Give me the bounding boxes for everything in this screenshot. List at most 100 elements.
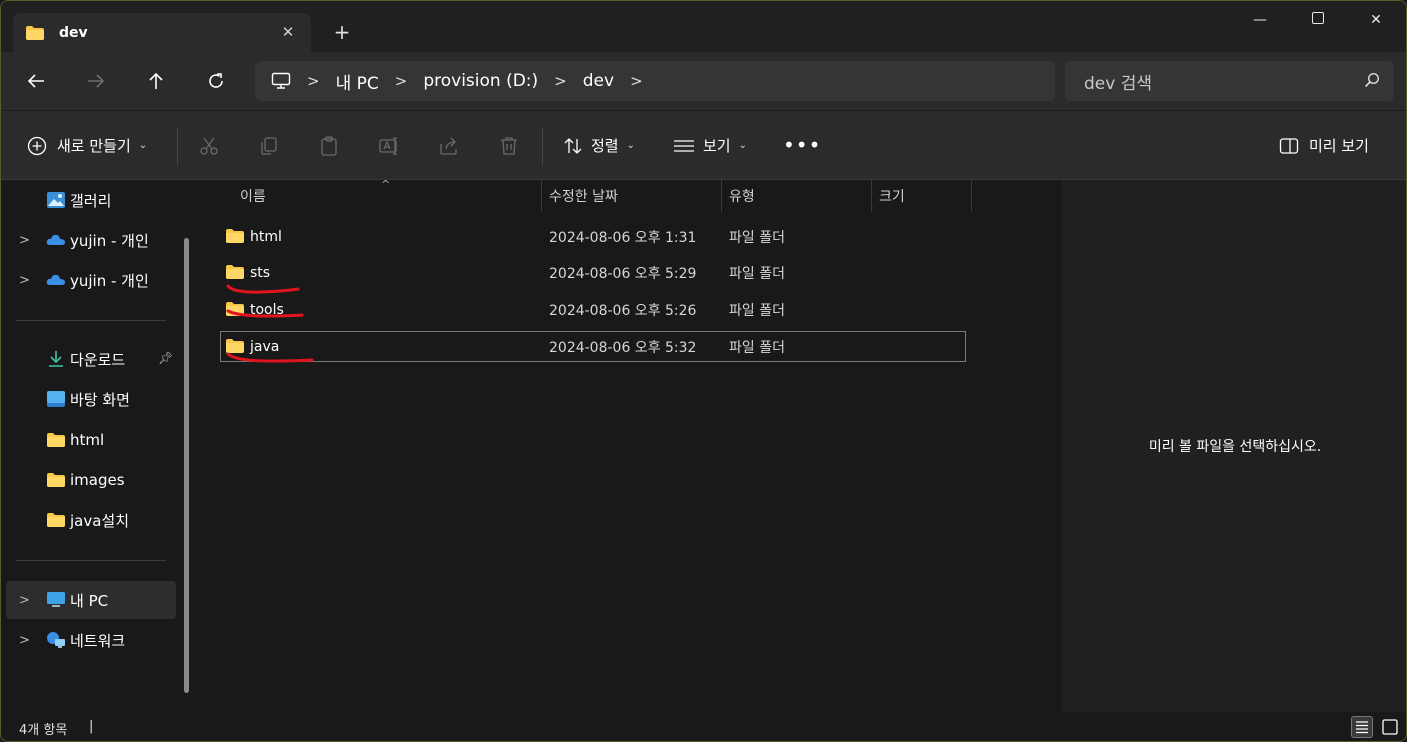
sidebar-item-onedrive-1[interactable]: > yujin - 개인 — [6, 221, 176, 259]
chevron-right-icon: > — [307, 72, 320, 90]
more-options-button[interactable]: ••• — [783, 133, 821, 157]
sidebar-item-html[interactable]: html — [6, 421, 176, 459]
minimize-button[interactable]: — — [1249, 9, 1271, 31]
column-divider[interactable] — [971, 180, 972, 212]
tab-dev[interactable]: dev ✕ — [13, 13, 311, 52]
sidebar-item-label: java설치 — [70, 511, 130, 530]
column-divider[interactable] — [871, 180, 872, 212]
toolbar-divider — [177, 127, 178, 165]
preview-pane-button[interactable]: 미리 보기 — [1279, 135, 1369, 156]
folder-icon — [47, 513, 65, 527]
list-item[interactable]: html 2024-08-06 오후 1:31 파일 폴더 — [220, 221, 966, 252]
file-type: 파일 폴더 — [729, 265, 785, 282]
column-divider[interactable] — [721, 180, 722, 212]
toolbar-divider — [542, 127, 543, 165]
column-header-name[interactable]: 이름 — [240, 180, 266, 212]
close-tab-button[interactable]: ✕ — [279, 23, 297, 41]
preview-pane-icon — [1279, 137, 1299, 154]
preview-message: 미리 볼 파일을 선택하십시오. — [1148, 439, 1322, 455]
maximize-icon — [1312, 12, 1324, 24]
details-view-icon — [1356, 721, 1368, 734]
file-type: 파일 폴더 — [729, 302, 785, 319]
large-icons-view-icon — [1382, 719, 1398, 735]
search-input[interactable]: dev 검색 — [1065, 61, 1394, 101]
file-date: 2024-08-06 오후 5:29 — [549, 265, 697, 282]
back-button[interactable] — [22, 67, 50, 95]
item-count: 4개 항목 — [19, 723, 68, 738]
status-separator: | — [89, 719, 94, 734]
title-bar: dev ✕ + — ✕ — [1, 1, 1406, 52]
chevron-right-icon: > — [554, 72, 567, 90]
close-window-button[interactable]: ✕ — [1365, 9, 1387, 31]
sort-icon — [564, 137, 582, 154]
desktop-icon — [47, 391, 65, 407]
column-divider[interactable] — [541, 180, 542, 212]
folder-icon — [226, 265, 244, 279]
chevron-down-icon: ⌄ — [626, 140, 635, 151]
sidebar-item-desktop[interactable]: 바탕 화면 — [6, 380, 176, 418]
chevron-right-icon[interactable]: > — [19, 233, 30, 248]
paste-icon[interactable] — [318, 135, 340, 157]
navigation-pane: 갤러리 > yujin - 개인 > yujin - 개인 다운로드 📌︎ 바탕… — [1, 180, 193, 712]
arrow-up-icon — [149, 72, 163, 89]
new-tab-button[interactable]: + — [331, 21, 353, 43]
list-item[interactable]: sts 2024-08-06 오후 5:29 파일 폴더 — [220, 257, 966, 288]
file-date: 2024-08-06 오후 5:32 — [549, 339, 697, 356]
rename-icon[interactable] — [378, 135, 400, 157]
file-type: 파일 폴더 — [729, 339, 785, 356]
new-button[interactable]: 새로 만들기 ⌄ — [27, 135, 147, 156]
folder-icon — [226, 229, 244, 243]
pin-icon[interactable]: 📌︎ — [158, 351, 173, 365]
delete-icon[interactable] — [498, 135, 520, 157]
breadcrumb-dev[interactable]: dev — [583, 71, 614, 91]
sidebar-item-label: html — [70, 431, 105, 449]
sidebar-item-label: 갤러리 — [70, 191, 112, 210]
gallery-icon — [47, 192, 65, 208]
view-button[interactable]: 보기 ⌄ — [673, 135, 747, 156]
chevron-right-icon[interactable]: > — [19, 593, 30, 608]
onedrive-icon — [46, 234, 65, 245]
sort-button[interactable]: 정렬 ⌄ — [563, 135, 635, 156]
view-list-icon — [674, 139, 694, 152]
sidebar-item-gallery[interactable]: 갤러리 — [6, 181, 176, 219]
column-header-size[interactable]: 크기 — [879, 180, 905, 212]
sidebar-scrollbar[interactable] — [184, 238, 189, 693]
chevron-right-icon: > — [630, 72, 643, 90]
list-item[interactable]: java 2024-08-06 오후 5:32 파일 폴더 — [220, 331, 966, 362]
download-icon — [49, 351, 63, 367]
annotation-underline — [226, 309, 304, 318]
sidebar-item-onedrive-2[interactable]: > yujin - 개인 — [6, 261, 176, 299]
details-view-button[interactable] — [1351, 716, 1373, 738]
large-icons-view-button[interactable] — [1379, 716, 1401, 738]
folder-icon — [47, 473, 65, 487]
forward-button[interactable] — [82, 67, 110, 95]
sidebar-item-this-pc[interactable]: > 내 PC — [6, 581, 176, 619]
sidebar-item-java-install[interactable]: java설치 — [6, 501, 176, 539]
sidebar-item-downloads[interactable]: 다운로드 📌︎ — [6, 340, 176, 378]
refresh-button[interactable] — [202, 67, 230, 95]
breadcrumb-drive[interactable]: provision (D:) — [423, 71, 538, 91]
sidebar-item-label: images — [70, 471, 125, 489]
sidebar-item-label: yujin - 개인 — [70, 271, 149, 290]
breadcrumb-pc[interactable]: 내 PC — [336, 69, 379, 94]
status-bar: 4개 항목 | — [1, 712, 1406, 741]
chevron-right-icon[interactable]: > — [19, 273, 30, 288]
column-header-date[interactable]: 수정한 날짜 — [549, 180, 618, 212]
breadcrumb[interactable]: > 내 PC > provision (D:) > dev > — [255, 61, 1055, 101]
share-icon[interactable] — [438, 135, 460, 157]
chevron-right-icon[interactable]: > — [19, 633, 30, 648]
cut-icon[interactable] — [198, 135, 220, 157]
up-button[interactable] — [142, 67, 170, 95]
file-name: sts — [250, 264, 271, 281]
sidebar-item-label: 바탕 화면 — [70, 390, 130, 409]
list-item[interactable]: tools 2024-08-06 오후 5:26 파일 폴더 — [220, 294, 966, 325]
sidebar-item-network[interactable]: > 네트워크 — [6, 621, 176, 659]
file-explorer-window: dev ✕ + — ✕ > 내 PC > provision (D:) > de… — [0, 0, 1407, 742]
copy-icon[interactable] — [258, 135, 280, 157]
file-name: html — [250, 228, 282, 245]
address-row: > 내 PC > provision (D:) > dev > dev 검색 — [1, 52, 1406, 110]
file-type: 파일 폴더 — [729, 229, 785, 246]
maximize-button[interactable] — [1307, 9, 1329, 31]
sidebar-item-images[interactable]: images — [6, 461, 176, 499]
column-header-type[interactable]: 유형 — [729, 180, 755, 212]
